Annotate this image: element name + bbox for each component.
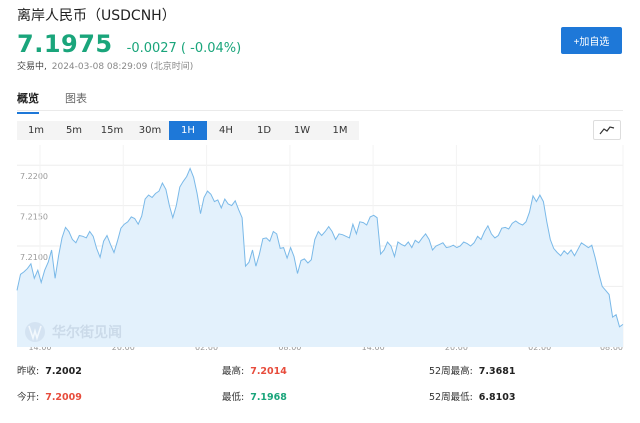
- y-tick-label: 7.2200: [20, 172, 48, 181]
- last-price: 7.1975: [17, 30, 113, 58]
- instrument-title: 离岸人民币（USDCNH）: [17, 8, 176, 24]
- price-chart[interactable]: 7.22007.21507.21007.20507.200014:0020:00…: [0, 140, 640, 358]
- period-5m[interactable]: 5m: [55, 121, 93, 140]
- period-4h[interactable]: 4H: [207, 121, 245, 140]
- watermark-text: 华尔街见闻: [52, 324, 122, 341]
- stat-52w-low: 52周最低: 6.8103: [429, 389, 515, 403]
- stat-low: 最低: 7.1968: [222, 389, 287, 403]
- period-15m[interactable]: 15m: [93, 121, 131, 140]
- stat-high-value: 7.2014: [250, 366, 287, 377]
- tabs-divider: [17, 110, 623, 111]
- y-tick-label: 7.2100: [20, 253, 48, 262]
- period-1mo[interactable]: 1M: [321, 121, 359, 140]
- stat-52w-high: 52周最高: 7.3681: [429, 363, 515, 377]
- trading-status: 交易中, 2024-03-08 08:29:09 (北京时间): [17, 59, 193, 72]
- stat-low-value: 7.1968: [250, 392, 287, 403]
- period-1m[interactable]: 1m: [17, 121, 55, 140]
- price-row: 7.1975 -0.0027 ( -0.04%): [17, 30, 241, 58]
- stat-prev-close-value: 7.2002: [45, 366, 82, 377]
- stat-high-label: 最高:: [222, 366, 245, 377]
- stat-52w-low-value: 6.8103: [478, 392, 516, 403]
- add-to-watchlist-button[interactable]: +加自选: [561, 27, 622, 54]
- timestamp: 2024-03-08 08:29:09 (北京时间): [51, 62, 194, 72]
- period-1w[interactable]: 1W: [283, 121, 321, 140]
- stat-open: 今开: 7.2009: [17, 389, 82, 403]
- price-change: -0.0027 ( -0.04%): [126, 41, 242, 56]
- stat-open-label: 今开:: [17, 392, 40, 403]
- y-tick-label: 7.2150: [20, 213, 48, 222]
- stat-prev-close: 昨收: 7.2002: [17, 363, 82, 377]
- stat-open-value: 7.2009: [45, 392, 82, 403]
- stat-52w-low-label: 52周最低:: [429, 392, 473, 403]
- period-1d[interactable]: 1D: [245, 121, 283, 140]
- status-label: 交易中,: [17, 62, 47, 72]
- period-1h[interactable]: 1H: [169, 121, 207, 140]
- stat-prev-close-label: 昨收:: [17, 366, 40, 377]
- stat-52w-high-value: 7.3681: [478, 366, 516, 377]
- stat-low-label: 最低:: [222, 392, 245, 403]
- chart-type-button[interactable]: [593, 120, 621, 140]
- watermark-logo: 华尔街见闻: [25, 322, 122, 342]
- stat-52w-high-label: 52周最高:: [429, 366, 473, 377]
- line-chart-icon: [599, 126, 615, 135]
- stat-high: 最高: 7.2014: [222, 363, 287, 377]
- period-30m[interactable]: 30m: [131, 121, 169, 140]
- period-selector: 1m 5m 15m 30m 1H 4H 1D 1W 1M: [17, 121, 359, 140]
